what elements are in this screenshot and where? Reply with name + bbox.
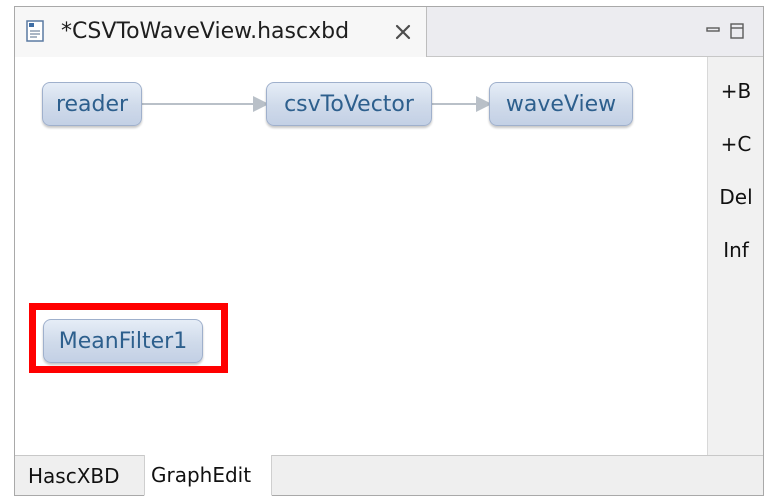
graph-canvas[interactable]: reader csvToVector waveView MeanFilter1 — [15, 57, 707, 455]
editor-tab[interactable]: *CSVToWaveView.hascxbd — [15, 7, 427, 57]
editor-window: *CSVToWaveView.hascxbd reader csvToVecto… — [14, 6, 764, 496]
palette-info-button[interactable]: Inf — [708, 238, 764, 262]
tab-hascxbd[interactable]: HascXBD — [22, 456, 144, 496]
editor-tab-title: *CSVToWaveView.hascxbd — [61, 19, 350, 44]
palette-add-c-button[interactable]: +C — [708, 132, 764, 156]
bottom-tabbar: HascXBD GraphEdit — [15, 455, 763, 496]
node-csvtovector[interactable]: csvToVector — [266, 82, 432, 126]
minimize-icon[interactable] — [705, 23, 723, 37]
tab-graphedit[interactable]: GraphEdit — [144, 455, 272, 496]
palette-panel: +B +C Del Inf — [707, 57, 763, 455]
close-icon[interactable] — [393, 22, 413, 42]
document-icon — [26, 20, 44, 42]
window-controls — [693, 21, 751, 43]
palette-add-b-button[interactable]: +B — [708, 79, 764, 103]
palette-delete-button[interactable]: Del — [708, 185, 764, 209]
editor-tabbar: *CSVToWaveView.hascxbd — [15, 7, 763, 57]
maximize-icon[interactable] — [729, 22, 747, 42]
node-waveview[interactable]: waveView — [489, 82, 633, 126]
node-reader[interactable]: reader — [42, 82, 142, 126]
node-meanfilter1[interactable]: MeanFilter1 — [43, 319, 203, 363]
